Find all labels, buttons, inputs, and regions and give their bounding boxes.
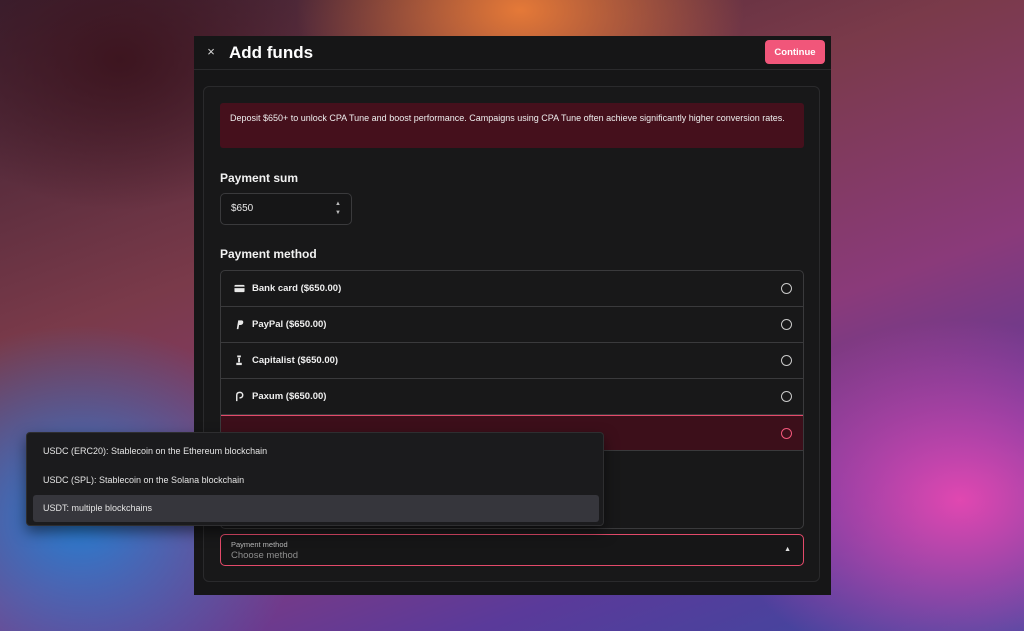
capitalist-icon: [236, 355, 242, 366]
method-paypal[interactable]: PayPal ($650.00): [221, 307, 803, 343]
modal-header: × Add funds Continue: [194, 36, 831, 70]
method-label: PayPal ($650.00): [252, 319, 327, 330]
radio-button[interactable]: [781, 355, 792, 366]
modal-title: Add funds: [229, 43, 314, 62]
dropdown-option-usdc-spl[interactable]: USDC (SPL): Stablecoin on the Solana blo…: [33, 467, 605, 494]
sum-stepper[interactable]: ▲ ▼: [334, 200, 342, 220]
method-dropdown-menu: USDC (ERC20): Stablecoin on the Ethereum…: [26, 432, 604, 526]
radio-button[interactable]: [781, 283, 792, 294]
radio-button[interactable]: [781, 428, 792, 439]
stepper-down-icon[interactable]: ▼: [334, 209, 342, 218]
radio-button[interactable]: [781, 319, 792, 330]
payment-sum-label: Payment sum: [220, 171, 299, 185]
close-icon[interactable]: ×: [204, 44, 218, 60]
select-placeholder: Choose method: [231, 550, 299, 561]
method-capitalist[interactable]: Capitalist ($650.00): [221, 343, 803, 379]
paxum-icon: [236, 391, 244, 402]
chevron-up-icon[interactable]: ▲: [784, 546, 791, 553]
cpa-tune-alert: Deposit $650+ to unlock CPA Tune and boo…: [220, 103, 804, 148]
payment-sum-input[interactable]: $650 ▲ ▼: [220, 193, 352, 225]
radio-button[interactable]: [781, 391, 792, 402]
select-label: Payment method: [231, 540, 288, 549]
stepper-up-icon[interactable]: ▲: [334, 200, 342, 209]
payment-method-select[interactable]: Payment method Choose method ▲: [220, 534, 804, 566]
method-label: Bank card ($650.00): [252, 283, 342, 294]
credit-card-icon: [234, 284, 245, 293]
continue-button[interactable]: Continue: [765, 40, 825, 64]
dropdown-option-usdc-erc20[interactable]: USDC (ERC20): Stablecoin on the Ethereum…: [33, 438, 605, 465]
payment-method-label: Payment method: [220, 247, 317, 261]
paypal-icon: [236, 320, 244, 330]
method-paxum[interactable]: Paxum ($650.00): [221, 379, 803, 415]
method-label: Paxum ($650.00): [252, 391, 327, 402]
dropdown-option-usdt[interactable]: USDT: multiple blockchains: [33, 495, 599, 522]
method-label: Capitalist ($650.00): [252, 355, 339, 366]
payment-sum-value: $650: [231, 203, 254, 214]
method-bank-card[interactable]: Bank card ($650.00): [221, 271, 803, 307]
